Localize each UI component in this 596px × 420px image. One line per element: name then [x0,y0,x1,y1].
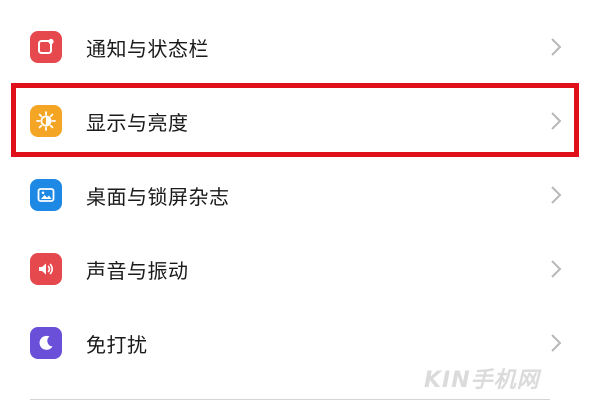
settings-list: 通知与状态栏 显示与亮度 桌面与锁屏杂志 声音与振动 免打扰 KIN手机网 [0,0,596,420]
volume-icon [30,253,62,285]
settings-item-label: 桌面与锁屏杂志 [86,184,230,209]
notification-icon [30,31,62,63]
watermark: KIN手机网 [424,368,540,393]
settings-item-label: 显示与亮度 [86,110,189,135]
settings-item-display-brightness[interactable]: 显示与亮度 [0,84,596,158]
settings-item-notifications[interactable]: 通知与状态栏 [0,10,596,84]
settings-item-desktop-lockscreen[interactable]: 桌面与锁屏杂志 [0,158,596,232]
brightness-icon [30,105,62,137]
chevron-right-icon [551,260,562,278]
moon-icon [30,327,62,359]
wallpaper-icon [30,179,62,211]
settings-item-sound-vibration[interactable]: 声音与振动 [0,232,596,306]
settings-item-label: 声音与振动 [86,258,189,283]
settings-item-label: 通知与状态栏 [86,36,209,61]
bottom-divider [30,399,550,400]
chevron-right-icon [551,38,562,56]
chevron-right-icon [551,112,562,130]
chevron-right-icon [551,334,562,352]
settings-item-label: 免打扰 [86,332,148,357]
chevron-right-icon [551,186,562,204]
